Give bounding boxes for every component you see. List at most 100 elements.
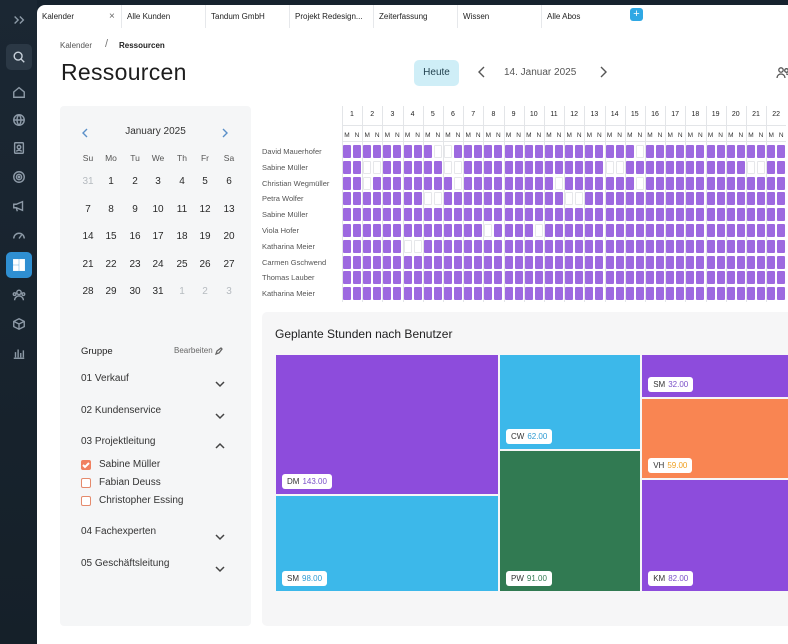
booked-slot[interactable] [454, 239, 462, 253]
booked-slot[interactable] [615, 287, 624, 301]
booked-slot[interactable] [595, 176, 604, 190]
booked-slot[interactable] [494, 287, 503, 301]
target-icon[interactable] [6, 164, 32, 190]
booked-slot[interactable] [343, 192, 351, 206]
booked-slot[interactable] [484, 208, 493, 222]
booked-slot[interactable] [464, 160, 473, 174]
calendar-day[interactable]: 2 [123, 176, 147, 187]
booked-slot[interactable] [595, 208, 604, 222]
booked-slot[interactable] [736, 176, 745, 190]
booked-slot[interactable] [393, 176, 402, 190]
booked-slot[interactable] [757, 176, 765, 190]
search-icon[interactable] [6, 44, 32, 70]
booked-slot[interactable] [393, 239, 402, 253]
booked-slot[interactable] [403, 208, 412, 222]
booked-slot[interactable] [373, 255, 382, 269]
booked-slot[interactable] [585, 271, 594, 285]
booked-slot[interactable] [413, 192, 422, 206]
booked-slot[interactable] [494, 192, 503, 206]
booked-slot[interactable] [635, 271, 644, 285]
booked-slot[interactable] [514, 271, 523, 285]
booked-slot[interactable] [504, 160, 513, 174]
booked-slot[interactable] [474, 160, 483, 174]
booked-slot[interactable] [423, 160, 432, 174]
calendar-day[interactable]: 31 [146, 286, 170, 297]
calendar-day[interactable]: 26 [193, 259, 217, 270]
group-kundenservice[interactable]: 02 Kundenservice [81, 405, 161, 416]
free-slot[interactable] [373, 160, 382, 174]
group-geschaeftsleitung[interactable]: 05 Geschäftsleitung [81, 558, 169, 569]
free-slot[interactable] [413, 239, 422, 253]
booked-slot[interactable] [494, 255, 503, 269]
booked-slot[interactable] [534, 145, 543, 158]
booked-slot[interactable] [534, 287, 543, 301]
booked-slot[interactable] [484, 255, 493, 269]
booked-slot[interactable] [777, 287, 786, 301]
booked-slot[interactable] [585, 145, 594, 158]
booked-slot[interactable] [474, 287, 483, 301]
calendar-day[interactable]: 23 [123, 259, 147, 270]
booked-slot[interactable] [433, 176, 442, 190]
team-icon[interactable] [6, 282, 32, 308]
booked-slot[interactable] [646, 271, 654, 285]
booked-slot[interactable] [484, 160, 493, 174]
booked-slot[interactable] [595, 287, 604, 301]
booked-slot[interactable] [635, 287, 644, 301]
booked-slot[interactable] [575, 255, 584, 269]
booked-slot[interactable] [534, 271, 543, 285]
booked-slot[interactable] [726, 255, 735, 269]
calendar-day[interactable]: 29 [99, 286, 123, 297]
booked-slot[interactable] [545, 145, 553, 158]
gauge-icon[interactable] [6, 222, 32, 248]
booked-slot[interactable] [464, 224, 473, 237]
booked-slot[interactable] [514, 287, 523, 301]
booked-slot[interactable] [696, 224, 705, 237]
booked-slot[interactable] [716, 271, 725, 285]
calendar-day[interactable]: 4 [170, 176, 194, 187]
booked-slot[interactable] [635, 208, 644, 222]
free-slot[interactable] [363, 176, 372, 190]
booked-slot[interactable] [444, 192, 452, 206]
booked-slot[interactable] [615, 176, 624, 190]
calendar-day[interactable]: 15 [99, 231, 123, 242]
tab-zeiterfassung[interactable]: Zeiterfassung [373, 5, 457, 28]
booked-slot[interactable] [696, 176, 705, 190]
booked-slot[interactable] [585, 160, 594, 174]
booked-slot[interactable] [575, 239, 584, 253]
booked-slot[interactable] [555, 208, 563, 222]
booked-slot[interactable] [575, 208, 584, 222]
booked-slot[interactable] [625, 224, 634, 237]
booked-slot[interactable] [736, 255, 745, 269]
booked-slot[interactable] [656, 271, 664, 285]
edit-groups-button[interactable]: Bearbeiten [174, 346, 223, 355]
booked-slot[interactable] [736, 224, 745, 237]
booked-slot[interactable] [393, 208, 402, 222]
booked-slot[interactable] [726, 192, 735, 206]
treemap-tile-dm[interactable]: DM 143.00 [276, 355, 498, 495]
booked-slot[interactable] [514, 224, 523, 237]
booked-slot[interactable] [393, 255, 402, 269]
booked-slot[interactable] [767, 224, 776, 237]
booked-slot[interactable] [666, 255, 675, 269]
close-icon[interactable]: × [109, 5, 115, 28]
booked-slot[interactable] [625, 160, 634, 174]
treemap-tile-sm[interactable]: SM 32.00 [642, 355, 788, 398]
booked-slot[interactable] [474, 271, 483, 285]
booked-slot[interactable] [686, 160, 695, 174]
booked-slot[interactable] [757, 239, 765, 253]
booked-slot[interactable] [433, 224, 442, 237]
booked-slot[interactable] [565, 239, 574, 253]
booked-slot[interactable] [353, 239, 361, 253]
booked-slot[interactable] [393, 160, 402, 174]
bar-chart-icon[interactable] [6, 340, 32, 366]
booked-slot[interactable] [545, 208, 553, 222]
tab-alle-kunden[interactable]: Alle Kunden [121, 5, 205, 28]
booked-slot[interactable] [676, 145, 685, 158]
calendar-day[interactable]: 8 [99, 204, 123, 215]
booked-slot[interactable] [706, 176, 715, 190]
booked-slot[interactable] [676, 176, 685, 190]
booked-slot[interactable] [413, 255, 422, 269]
booked-slot[interactable] [615, 271, 624, 285]
booked-slot[interactable] [373, 145, 382, 158]
booked-slot[interactable] [413, 176, 422, 190]
